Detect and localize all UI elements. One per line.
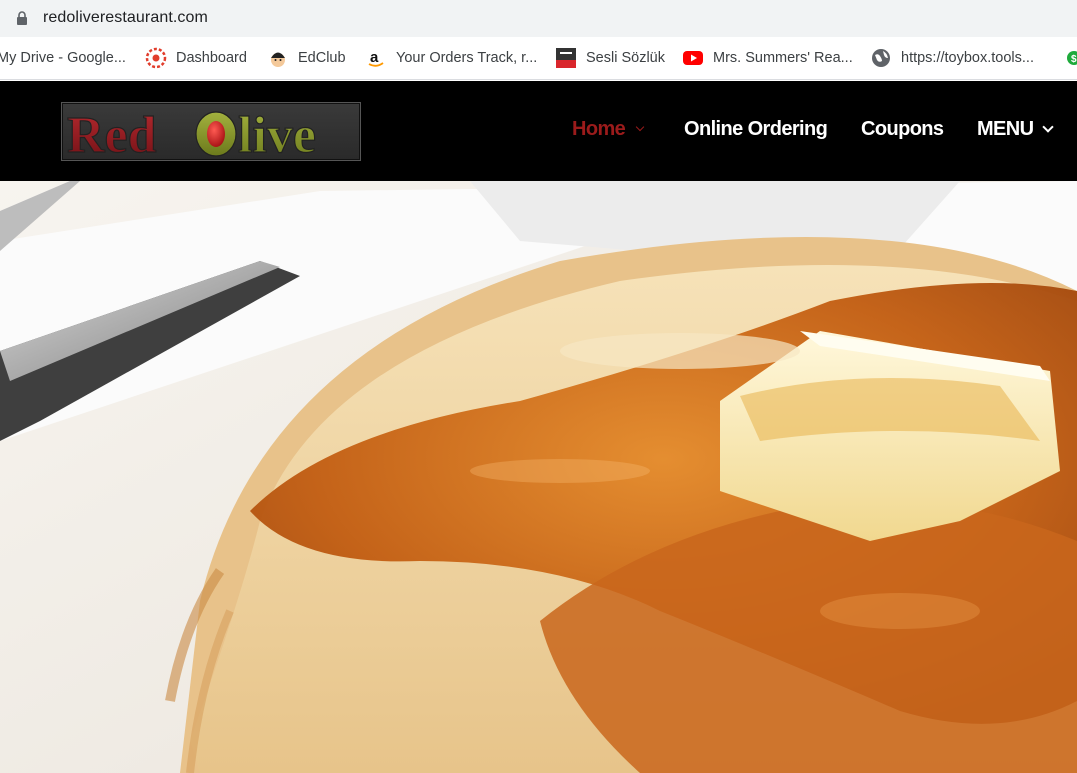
bookmark-sesli-sozluk[interactable]: Sesli Sözlük: [555, 48, 665, 68]
nav-menu[interactable]: MENU: [977, 118, 1054, 141]
bookmark-label: Dashboard: [176, 50, 247, 66]
address-bar[interactable]: redoliverestaurant.com: [0, 0, 1077, 37]
svg-text:$: $: [1071, 54, 1077, 65]
bookmark-mrs-summers[interactable]: Mrs. Summers' Rea...: [682, 48, 853, 68]
bookmark-label: My Drive - Google...: [0, 50, 126, 66]
nav-menu-label: MENU: [977, 118, 1034, 140]
bookmarks-bar: My Drive - Google... Dashboard EdClub a: [0, 37, 1077, 80]
site-header: Red live Home Online Ordering Coupons ME…: [0, 81, 1077, 181]
globe-icon: [870, 47, 892, 69]
bookmark-toybox[interactable]: https://toybox.tools...: [870, 48, 1034, 68]
logo-word-red: Red: [67, 107, 157, 160]
nav-online-ordering[interactable]: Online Ordering: [684, 118, 828, 141]
bookmark-label: EdClub: [298, 50, 346, 66]
extension-icon[interactable]: $: [1066, 48, 1077, 68]
svg-text:a: a: [370, 49, 379, 66]
nav-home-label: Home: [572, 118, 626, 140]
chevron-down-icon: [1041, 121, 1054, 133]
bookmark-label: Mrs. Summers' Rea...: [713, 50, 853, 66]
nav-coupons[interactable]: Coupons: [861, 118, 944, 141]
nav-home[interactable]: Home: [572, 118, 645, 141]
amazon-icon: a: [365, 47, 387, 69]
bookmark-dashboard[interactable]: Dashboard: [145, 47, 247, 69]
bookmark-amazon-orders[interactable]: a Your Orders Track, r...: [365, 48, 537, 68]
bookmark-my-drive[interactable]: My Drive - Google...: [0, 48, 126, 68]
bookmark-label: Sesli Sözlük: [586, 50, 665, 66]
edclub-icon: [267, 47, 289, 69]
nav-online-ordering-label: Online Ordering: [684, 118, 828, 140]
chevron-down-icon: [635, 122, 645, 132]
lock-icon[interactable]: [16, 11, 28, 25]
bookmark-label: https://toybox.tools...: [901, 50, 1034, 66]
canvas-icon: [145, 47, 167, 69]
youtube-icon: [682, 47, 704, 69]
bookmark-label: Your Orders Track, r...: [396, 50, 538, 66]
nav-coupons-label: Coupons: [861, 118, 944, 140]
logo-word-olive: live: [238, 107, 316, 160]
hero-image-pancakes: [0, 181, 1077, 773]
red-olive-logo[interactable]: Red live: [61, 102, 361, 165]
bookmark-edclub[interactable]: EdClub: [267, 48, 346, 68]
sesli-sozluk-icon: [555, 47, 577, 69]
url-text[interactable]: redoliverestaurant.com: [43, 9, 208, 27]
